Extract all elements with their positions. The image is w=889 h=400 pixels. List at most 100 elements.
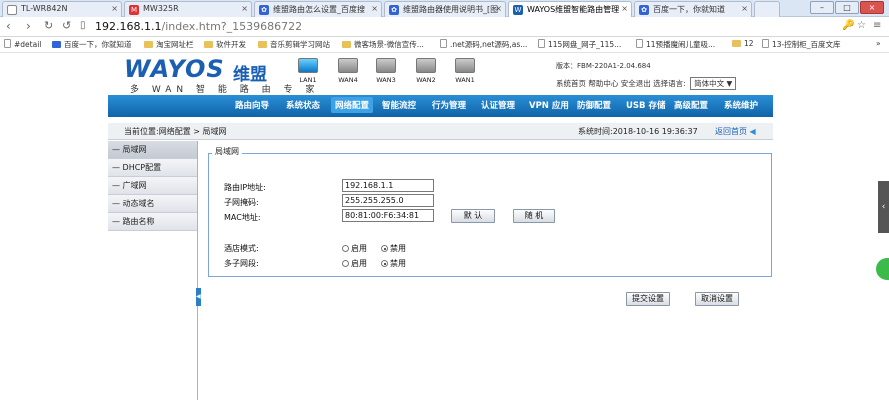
firmware-version: 版本：FBM-220A1-2.04.684: [556, 62, 651, 70]
hotel-enable-radio[interactable]: 启用: [342, 243, 367, 254]
bookmark-item[interactable]: 11预播魔闹儿童吸...: [636, 39, 715, 50]
close-icon[interactable]: ×: [741, 4, 748, 13]
bookmark-label: 淘宝网址栏: [156, 40, 194, 49]
folder-icon: [732, 40, 741, 47]
port-label: WAN2: [416, 76, 436, 84]
top-links: 系统首页 帮助中心 安全退出 选择语言: 简体中文 ▼: [556, 77, 737, 90]
close-icon[interactable]: ×: [371, 4, 378, 13]
bookmark-item[interactable]: .net源码,net源码,as...: [440, 39, 527, 50]
help-link[interactable]: 帮助中心: [588, 79, 618, 88]
cancel-button[interactable]: 取消设置: [695, 292, 739, 306]
menu-auth-management[interactable]: 认证管理: [481, 99, 515, 111]
bookmark-label: 百度一下，你就知道: [64, 40, 132, 49]
sidebar-item-lan[interactable]: — 局域网: [108, 141, 197, 159]
page-icon: [7, 5, 17, 15]
port-label: LAN1: [299, 76, 317, 84]
system-home-link[interactable]: 系统首页: [556, 79, 586, 88]
mercury-icon: M: [129, 5, 139, 15]
menu-system-maintenance[interactable]: 系统维护: [724, 99, 758, 111]
back-home-link[interactable]: 返回首页 ◀: [715, 126, 756, 137]
radio-label: 禁用: [390, 259, 406, 268]
folder-icon: [204, 41, 213, 48]
submit-button[interactable]: 提交设置: [626, 292, 670, 306]
tab-manual[interactable]: ✿ 维盟路由器使用说明书_[图 ×: [384, 1, 506, 17]
page-scroll-handle[interactable]: ‹: [878, 181, 889, 233]
menu-advanced-config[interactable]: 高级配置: [674, 99, 708, 111]
tab-tl-wr842n[interactable]: TL-WR842N ×: [2, 1, 122, 17]
port-label: WAN4: [338, 76, 358, 84]
bookmark-item[interactable]: #detail: [4, 39, 41, 49]
sidebar-item-ddns[interactable]: — 动态域名: [108, 195, 197, 213]
port-icon: [338, 58, 358, 73]
speed-badge[interactable]: [876, 258, 889, 280]
close-icon[interactable]: ×: [241, 4, 248, 13]
back-icon[interactable]: ‹: [6, 19, 11, 33]
bookmark-item[interactable]: 软件开发: [204, 39, 246, 50]
sidebar-item-dhcp[interactable]: — DHCP配置: [108, 159, 197, 177]
radio-label: 启用: [351, 259, 367, 268]
multi-subnet-disable-radio[interactable]: 禁用: [381, 258, 406, 269]
bookmarks-more[interactable]: »: [876, 39, 881, 48]
random-mac-button[interactable]: 随 机: [513, 209, 555, 223]
bookmark-label: 11预播魔闹儿童吸...: [646, 40, 716, 49]
tab-baidu-search[interactable]: ✿ 维盟路由怎么设置_百度搜 ×: [254, 1, 382, 17]
logout-link[interactable]: 安全退出: [621, 79, 651, 88]
bookmark-item[interactable]: 115网盘_网子_115...: [538, 39, 621, 50]
folder-icon: [144, 41, 153, 48]
menu-route-wizard[interactable]: 路由向导: [235, 99, 269, 111]
tab-wayos[interactable]: W WAYOS维盟智能路由管理 ×: [508, 1, 632, 17]
new-tab-button[interactable]: [754, 1, 780, 17]
multi-subnet-enable-radio[interactable]: 启用: [342, 258, 367, 269]
close-icon[interactable]: ×: [495, 4, 502, 13]
sidebar-item-router-name[interactable]: — 路由名称: [108, 213, 197, 231]
sidebar-dash: —: [112, 181, 120, 190]
menu-behavior-management[interactable]: 行为管理: [432, 99, 466, 111]
key-icon[interactable]: 🔑: [842, 20, 854, 31]
menu-network-config[interactable]: 网络配置: [331, 97, 374, 113]
system-time: 系统时间:2018-10-16 19:36:37: [578, 127, 698, 136]
tab-mw325r[interactable]: M MW325R ×: [124, 1, 252, 17]
bookmark-item[interactable]: 音乐剪辑学习网站: [258, 39, 330, 50]
bookmark-item[interactable]: 百度一下，你就知道: [52, 39, 132, 50]
hotel-disable-radio[interactable]: 禁用: [381, 243, 406, 254]
window-close-icon[interactable]: ×: [860, 1, 884, 14]
back-home-label: 返回首页: [715, 127, 747, 136]
reload-icon[interactable]: ↻: [44, 19, 53, 32]
bookmark-label: .net源码,net源码,as...: [450, 40, 528, 49]
bookmark-item[interactable]: 淘宝网址栏: [144, 39, 194, 50]
sidebar: — 局域网 — DHCP配置 — 广域网 — 动态域名 — 路由名称: [108, 141, 198, 400]
router-header: WAYOS 维盟 多 WAN 智 能 路 由 专 家 LAN1 WAN4 WAN…: [108, 53, 773, 95]
bookmark-item[interactable]: 微客场景-微信宣传...: [342, 39, 424, 50]
minimize-icon[interactable]: –: [810, 1, 834, 14]
sidebar-item-wan[interactable]: — 广域网: [108, 177, 197, 195]
ip-input[interactable]: 192.168.1.1: [342, 179, 434, 192]
maximize-icon[interactable]: □: [835, 1, 859, 14]
port-lan1: LAN1: [296, 58, 320, 84]
star-icon[interactable]: ☆: [857, 20, 866, 31]
bookmark-item[interactable]: 13-控制柜_百度文库: [762, 39, 841, 50]
menu-traffic-control[interactable]: 智能流控: [382, 99, 416, 111]
menu-system-status[interactable]: 系统状态: [286, 99, 320, 111]
port-icon: [455, 58, 475, 73]
undo-icon[interactable]: ↺: [62, 19, 71, 32]
bookmark-item[interactable]: 12: [732, 39, 754, 48]
close-icon[interactable]: ×: [621, 4, 628, 13]
tab-baidu-home[interactable]: ✿ 百度一下，你就知道 ×: [634, 1, 752, 17]
port-icon: [376, 58, 396, 73]
language-select[interactable]: 简体中文 ▼: [690, 77, 737, 90]
menu-vpn[interactable]: VPN 应用: [529, 99, 569, 111]
default-mac-button[interactable]: 默 认: [451, 209, 495, 223]
forward-icon[interactable]: ›: [26, 19, 31, 33]
sidebar-item-label: 局域网: [122, 145, 147, 154]
menu-defense-config[interactable]: 防御配置: [577, 99, 611, 111]
url-field[interactable]: 192.168.1.1/index.htm?_1539686722: [95, 20, 302, 33]
baidu-paw-icon: ✿: [259, 5, 269, 15]
port-wan1: WAN1: [453, 58, 477, 84]
close-icon[interactable]: ×: [111, 4, 118, 13]
mac-input[interactable]: 80:81:00:F6:34:81: [342, 209, 434, 222]
mask-input[interactable]: 255.255.255.0: [342, 194, 434, 207]
page-icon: [762, 39, 769, 48]
menu-icon[interactable]: ≡: [873, 20, 881, 31]
menu-usb-storage[interactable]: USB 存储: [626, 99, 665, 111]
page-icon: [4, 39, 11, 48]
